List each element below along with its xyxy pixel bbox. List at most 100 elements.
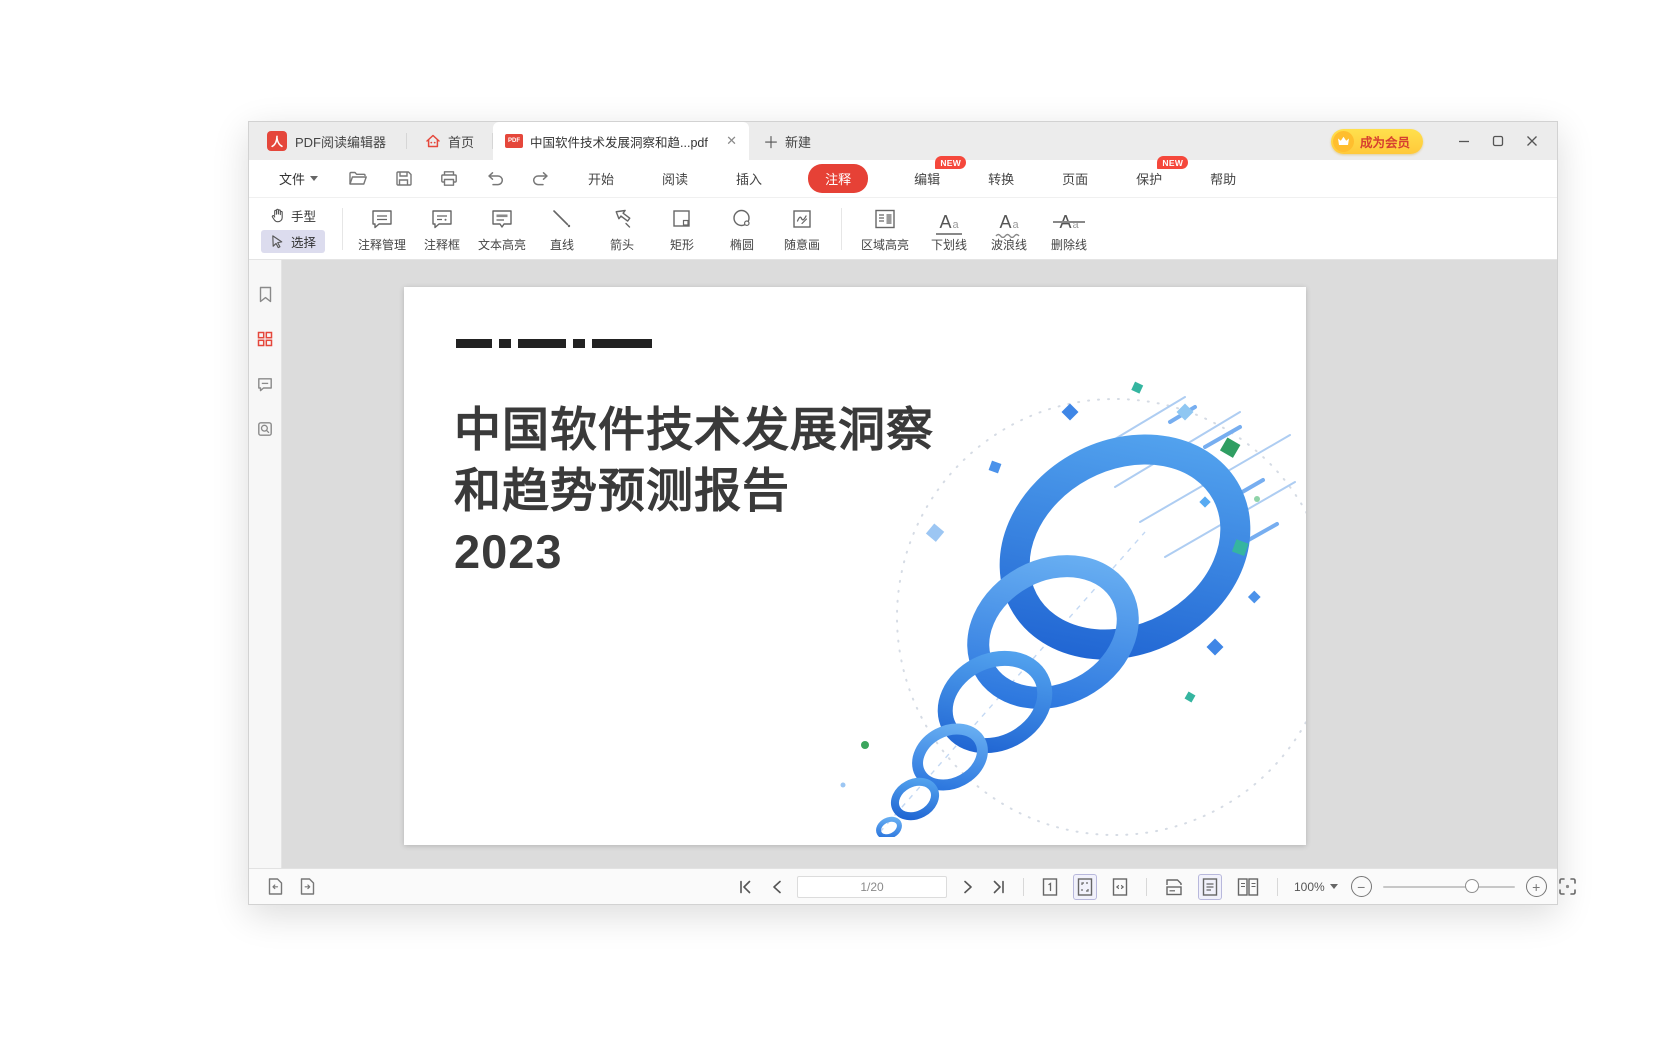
next-page-button[interactable] [958,876,978,898]
app-logo-icon: 人 [267,131,287,151]
comments-panel-button[interactable] [255,374,275,394]
search-panel-button[interactable] [255,419,275,439]
undo-button[interactable] [484,168,506,190]
zoom-out-button[interactable]: − [1351,876,1372,897]
close-window-button[interactable] [1517,126,1547,156]
app-name: PDF阅读编辑器 [295,132,386,151]
zoom-level-dropdown[interactable]: 100% [1294,880,1338,894]
file-menu-button[interactable]: 文件 [279,169,318,188]
open-file-button[interactable] [346,168,368,190]
actual-size-icon [1041,877,1059,897]
toolbar-divider [841,208,842,250]
zoom-in-button[interactable]: + [1526,876,1547,897]
strikethrough-icon: Aa [1053,205,1085,231]
masked-logo-text [456,339,652,348]
app-brand: 人 PDF阅读编辑器 [249,122,406,160]
new-tab-label: 新建 [785,132,811,151]
hand-icon [270,208,285,223]
hand-tool-label: 手型 [291,206,316,225]
next-view-button[interactable] [297,876,317,898]
two-page-icon [1236,877,1260,897]
last-page-button[interactable] [989,876,1009,898]
tool-squiggly[interactable]: Aa 波浪线 [979,205,1039,253]
crown-icon [1333,131,1354,152]
maximize-button[interactable] [1483,126,1513,156]
become-member-button[interactable]: 成为会员 [1331,129,1423,154]
fit-width-button[interactable] [1108,874,1132,900]
menu-protect[interactable]: 保护NEW [1134,165,1164,192]
first-page-button[interactable] [735,876,755,898]
tool-underline[interactable]: Aa 下划线 [919,205,979,253]
comment-manage-icon [369,205,395,231]
tool-freehand[interactable]: 随意画 [772,205,832,253]
new-badge: NEW [935,156,966,169]
previous-view-button[interactable] [265,876,285,898]
tool-text-highlight[interactable]: 文本高亮 [472,205,532,253]
two-page-button[interactable] [1233,874,1263,900]
tool-annotation-box[interactable]: 注释框 [412,205,472,253]
tab-document[interactable]: PDF 中国软件技术发展洞察和趋...pdf ✕ [493,122,749,160]
tool-area-highlight[interactable]: 区域高亮 [851,205,919,253]
bookmark-icon [258,286,273,303]
tool-ellipse[interactable]: 椭圆 [712,205,772,253]
fit-page-icon [1076,877,1094,897]
tabbar-spacer [825,122,1331,160]
line-icon [550,205,574,231]
chevron-down-icon [1330,884,1338,889]
page-number-input[interactable] [797,876,947,898]
document-viewer[interactable]: 中国软件技术发展洞察 和趋势预测报告 2023 [282,260,1557,868]
previous-page-button[interactable] [766,876,786,898]
text-highlight-icon [489,205,515,231]
bookmark-panel-button[interactable] [255,284,275,304]
tool-strikethrough[interactable]: Aa 删除线 [1039,205,1099,253]
close-tab-icon[interactable]: ✕ [724,133,739,149]
menu-help[interactable]: 帮助 [1208,165,1238,192]
fit-page-button[interactable] [1073,874,1097,900]
new-tab-button[interactable]: ＋ 新建 [749,122,825,160]
tool-arrow[interactable]: 箭头 [592,205,652,253]
statusbar-center: 100% − + [735,874,1578,900]
page-back-icon [267,877,284,896]
menu-start[interactable]: 开始 [586,165,616,192]
menu-annotate[interactable]: 注释 [808,164,868,193]
select-tool-button[interactable]: 选择 [261,230,325,253]
rectangle-icon [670,205,694,231]
single-page-button[interactable] [1198,874,1222,900]
statusbar-divider [1146,878,1147,896]
tool-annotation-manager[interactable]: 注释管理 [352,205,412,253]
statusbar-divider [1023,878,1024,896]
redo-button[interactable] [530,168,552,190]
wavy-underline-icon: Aa [993,205,1025,231]
pdf-page[interactable]: 中国软件技术发展洞察 和趋势预测报告 2023 [404,287,1306,845]
home-tab-label: 首页 [448,132,474,151]
menu-page[interactable]: 页面 [1060,165,1090,192]
app-window: 人 PDF阅读编辑器 首页 PDF 中国软件技术发展洞察和趋...pdf ✕ ＋… [248,121,1558,905]
fullscreen-button[interactable] [1558,876,1578,898]
statusbar-divider [1277,878,1278,896]
ellipse-icon [730,205,754,231]
chevron-down-icon [310,176,318,181]
zoom-level-value: 100% [1294,880,1325,894]
thumbnails-panel-button[interactable] [255,329,275,349]
fullscreen-icon [1558,877,1577,896]
freehand-icon [790,205,814,231]
zoom-slider[interactable] [1383,886,1515,888]
minimize-button[interactable] [1449,126,1479,156]
print-button[interactable] [438,168,460,190]
arrow-icon [609,205,635,231]
hand-tool-button[interactable]: 手型 [261,204,325,227]
menu-insert[interactable]: 插入 [734,165,764,192]
tab-home[interactable]: 首页 [407,122,492,160]
area-highlight-icon [872,205,898,231]
zoom-slider-handle[interactable] [1465,879,1479,893]
save-button[interactable] [392,168,414,190]
tool-line[interactable]: 直线 [532,205,592,253]
continuous-scroll-button[interactable] [1161,874,1187,900]
menu-convert[interactable]: 转换 [986,165,1016,192]
pointer-mode-group: 手型 选择 [261,204,325,253]
actual-size-button[interactable] [1038,874,1062,900]
tool-rectangle[interactable]: 矩形 [652,205,712,253]
menu-edit[interactable]: 编辑NEW [912,165,942,192]
menu-read[interactable]: 阅读 [660,165,690,192]
page-forward-icon [299,877,316,896]
